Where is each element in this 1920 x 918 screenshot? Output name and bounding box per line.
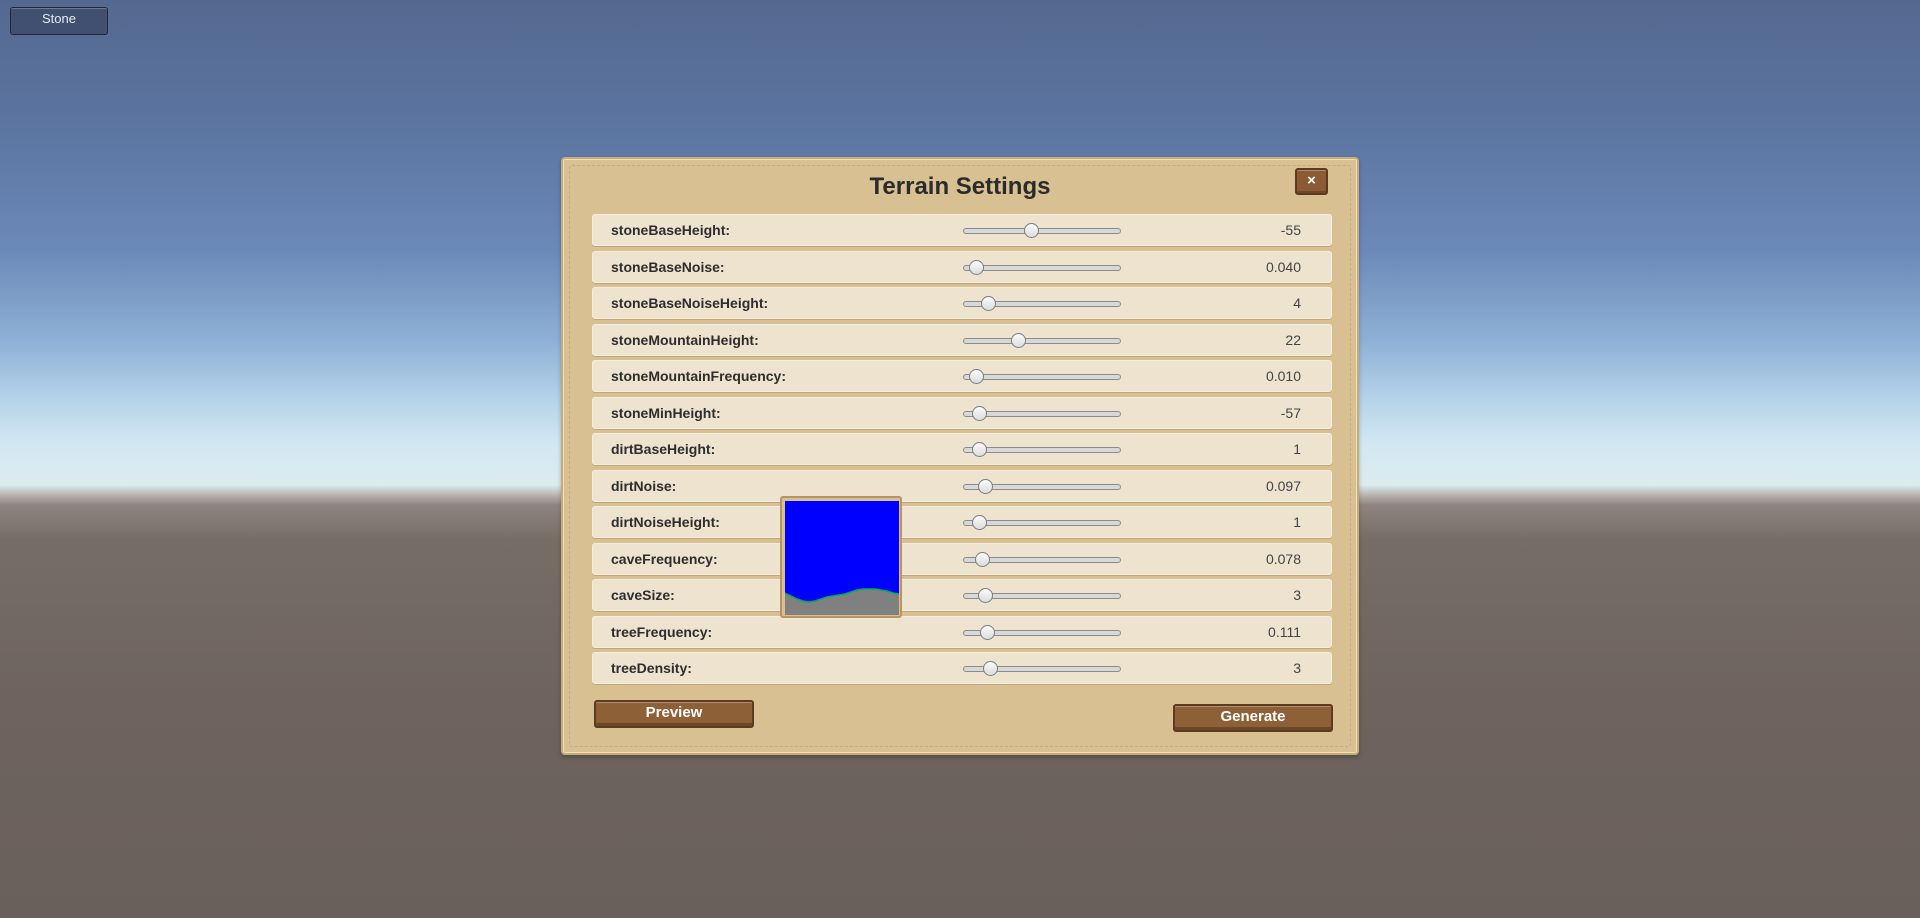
setting-slider[interactable] (963, 624, 1121, 641)
setting-row: stoneBaseNoiseHeight: 4 (592, 287, 1332, 319)
generate-button[interactable]: Generate (1173, 704, 1333, 732)
setting-label: caveSize: (611, 587, 675, 603)
setting-row: caveSize: 3 (592, 579, 1332, 611)
setting-row: stoneBaseNoise: 0.040 (592, 250, 1332, 283)
setting-value: 3 (1293, 660, 1301, 676)
terrain-preview-canvas (785, 501, 899, 615)
setting-label: stoneMountainHeight: (611, 331, 759, 348)
setting-slider[interactable] (963, 369, 1121, 385)
setting-value: 0.097 (1265, 477, 1301, 494)
setting-value: -57 (1280, 404, 1301, 421)
setting-value: 0.078 (1265, 550, 1301, 567)
setting-value: 1 (1293, 514, 1301, 530)
panel-title: Terrain Settings (869, 173, 1051, 200)
setting-value: -55 (1280, 222, 1301, 238)
setting-label: stoneBaseHeight: (611, 222, 731, 238)
setting-row: dirtBaseHeight: 1 (592, 433, 1332, 465)
setting-label: stoneBaseNoiseHeight: (611, 295, 769, 311)
setting-value: 22 (1285, 331, 1301, 348)
slider-thumb[interactable] (971, 515, 987, 530)
setting-slider[interactable] (963, 478, 1121, 495)
slider-thumb[interactable] (978, 588, 994, 603)
setting-slider[interactable] (963, 442, 1121, 458)
slider-thumb[interactable] (979, 624, 995, 640)
setting-value: 0.111 (1268, 623, 1301, 640)
setting-row: dirtNoiseHeight: 1 (592, 506, 1332, 538)
setting-row: dirtNoise: 0.097 (592, 469, 1332, 502)
setting-slider[interactable] (963, 661, 1121, 677)
setting-value: 4 (1293, 295, 1301, 311)
slider-track[interactable] (963, 374, 1121, 380)
setting-slider[interactable] (963, 551, 1121, 568)
terrain-settings-panel: Terrain Settings × stoneBaseHeight: -55 st… (561, 157, 1359, 755)
setting-label: stoneMountainFrequency: (611, 368, 787, 384)
slider-thumb[interactable] (968, 369, 984, 384)
slider-thumb[interactable] (971, 405, 987, 421)
stone-button[interactable]: Stone (10, 7, 108, 35)
slider-thumb[interactable] (978, 478, 994, 494)
setting-slider[interactable] (963, 332, 1121, 349)
setting-row: stoneMinHeight: -57 (592, 396, 1332, 429)
preview-button[interactable]: Preview (594, 700, 754, 728)
setting-slider[interactable] (963, 223, 1121, 239)
slider-thumb[interactable] (968, 259, 984, 275)
setting-label: stoneBaseNoise: (611, 258, 725, 275)
close-icon: × (1307, 172, 1316, 189)
setting-label: dirtNoiseHeight: (611, 514, 720, 530)
setting-label: treeFrequency: (611, 623, 713, 640)
setting-slider[interactable] (963, 515, 1121, 531)
setting-value: 3 (1293, 587, 1301, 603)
setting-label: dirtBaseHeight: (611, 441, 716, 457)
slider-thumb[interactable] (1023, 223, 1039, 238)
setting-value: 0.010 (1265, 368, 1301, 384)
setting-value: 1 (1293, 441, 1301, 457)
slider-thumb[interactable] (982, 661, 998, 676)
slider-thumb[interactable] (971, 442, 987, 457)
setting-label: stoneMinHeight: (611, 404, 721, 421)
slider-track[interactable] (963, 228, 1121, 234)
setting-slider[interactable] (963, 296, 1121, 312)
setting-slider[interactable] (963, 405, 1121, 422)
slider-track[interactable] (963, 337, 1121, 344)
setting-row: treeFrequency: 0.111 (592, 615, 1332, 648)
setting-label: caveFrequency: (611, 550, 718, 567)
setting-label: treeDensity: (611, 660, 692, 676)
setting-slider[interactable] (963, 588, 1121, 604)
terrain-preview-image (780, 496, 902, 618)
setting-row: treeDensity: 3 (592, 652, 1332, 684)
setting-row: stoneMountainFrequency: 0.010 (592, 360, 1332, 392)
close-button[interactable]: × (1295, 168, 1328, 195)
setting-row: stoneMountainHeight: 22 (592, 323, 1332, 356)
setting-label: dirtNoise: (611, 477, 677, 494)
setting-value: 0.040 (1265, 258, 1301, 275)
setting-row: caveFrequency: 0.078 (592, 542, 1332, 575)
slider-thumb[interactable] (1011, 332, 1027, 348)
setting-row: stoneBaseHeight: -55 (592, 214, 1332, 246)
settings-list: stoneBaseHeight: -55 stoneBaseNoise: 0.040 s… (592, 214, 1332, 689)
setting-slider[interactable] (963, 259, 1121, 276)
slider-thumb[interactable] (974, 551, 990, 567)
slider-track[interactable] (963, 264, 1121, 271)
slider-thumb[interactable] (981, 296, 997, 311)
